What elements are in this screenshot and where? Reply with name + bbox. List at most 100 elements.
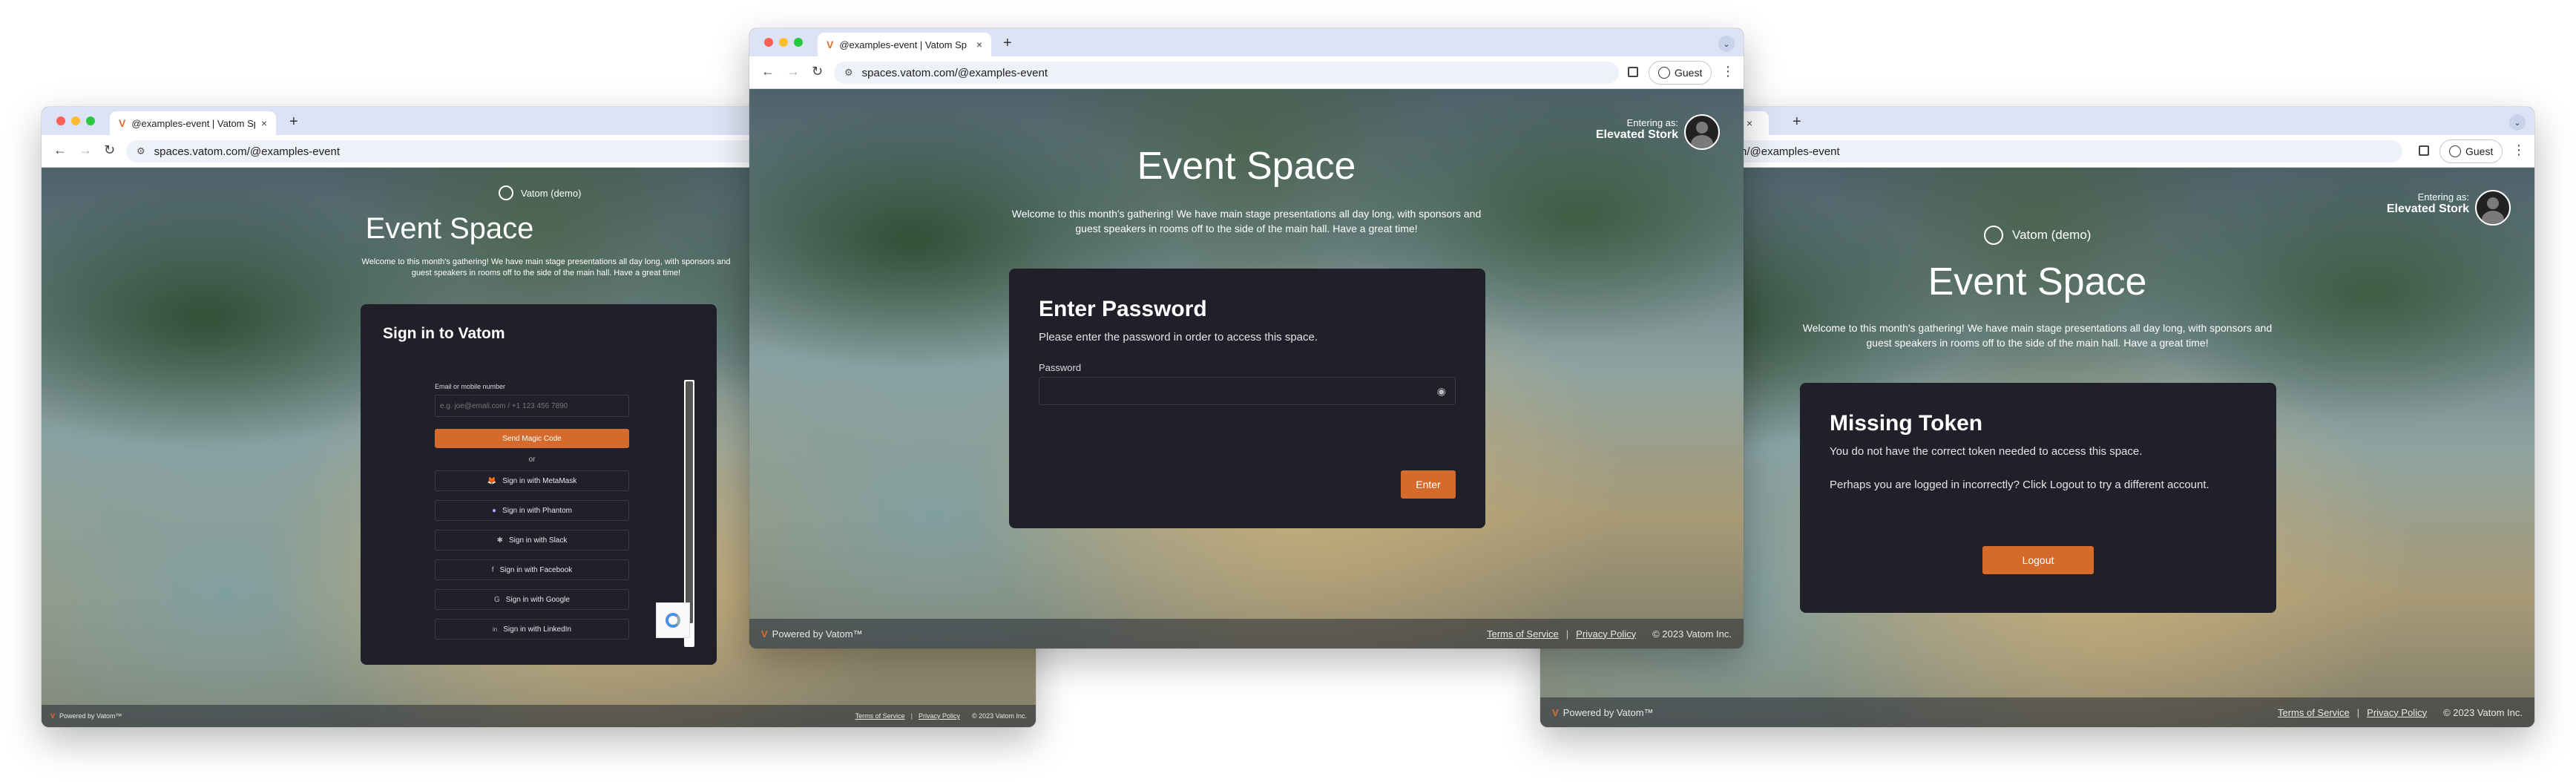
linkedin-icon: in (493, 625, 498, 633)
address-bar[interactable]: ⚙ spaces.vatom.com/@examples-event (834, 62, 1619, 84)
powered-by-text: Powered by Vatom™ (59, 712, 122, 720)
signin-slack-button[interactable]: ✱ Sign in with Slack (435, 530, 629, 551)
provider-label: Sign in with Google (505, 595, 570, 604)
terms-link[interactable]: Terms of Service (1487, 628, 1559, 640)
reload-icon[interactable]: ↻ (812, 64, 823, 79)
facebook-icon: f (491, 565, 494, 574)
footer-separator: | (1565, 628, 1569, 640)
provider-label: Sign in with Phantom (502, 506, 572, 515)
logout-button[interactable]: Logout (1982, 546, 2094, 574)
password-title: Enter Password (1039, 297, 1207, 321)
privacy-link[interactable]: Privacy Policy (919, 712, 960, 720)
send-magic-code-button[interactable]: Send Magic Code (435, 429, 629, 448)
phantom-icon: ● (492, 506, 497, 515)
privacy-link[interactable]: Privacy Policy (2367, 707, 2427, 718)
close-tab-icon[interactable]: × (1747, 117, 1752, 129)
event-title: Event Space (1137, 145, 1356, 188)
password-input[interactable]: ◉ (1039, 377, 1456, 405)
guest-profile-icon (1658, 67, 1670, 79)
back-arrow-icon[interactable]: ← (761, 64, 775, 79)
browser-menu-icon[interactable]: ⋮ (2512, 142, 2526, 158)
scrollbar-thumb[interactable] (686, 381, 693, 623)
back-arrow-icon[interactable]: ← (53, 142, 67, 158)
close-window-button[interactable] (764, 38, 773, 47)
maximize-window-button[interactable] (86, 116, 95, 125)
browser-tab[interactable]: × (1741, 111, 1769, 135)
browser-tab[interactable]: V @examples-event | Vatom Sp × (818, 33, 991, 56)
privacy-link[interactable]: Privacy Policy (1576, 628, 1636, 640)
close-tab-icon[interactable]: × (976, 39, 982, 50)
close-window-button[interactable] (56, 116, 65, 125)
password-card: Enter Password Please enter the password… (1009, 269, 1485, 528)
footer-separator: | (2356, 706, 2360, 718)
site-info-icon[interactable]: ⚙ (137, 145, 145, 157)
minimize-window-button[interactable] (779, 38, 788, 47)
tab-strip: V @examples-event | Vatom Sp × + ⌄ (749, 28, 1744, 56)
signin-metamask-button[interactable]: 🦊 Sign in with MetaMask (435, 470, 629, 491)
powered-by: V Powered by Vatom™ (1552, 707, 1654, 718)
browser-toolbar: ← → ↻ ⚙ spaces.vatom.com/@examples-event… (749, 56, 1744, 89)
entering-as: Entering as: Elevated Stork (2387, 191, 2469, 216)
org-logo-icon (499, 185, 513, 200)
page-footer: V Powered by Vatom™ Terms of Service | P… (42, 705, 1036, 727)
org-name: Vatom (demo) (521, 187, 582, 199)
recaptcha-icon (666, 613, 680, 628)
url-text: spaces.vatom.com/@examples-event (154, 145, 340, 158)
browser-menu-icon[interactable]: ⋮ (1721, 64, 1735, 79)
provider-label: Sign in with MetaMask (502, 476, 577, 485)
new-tab-button[interactable]: + (289, 114, 298, 131)
org-brand: Vatom (demo) (1984, 226, 2091, 245)
footer-links: Terms of Service | Privacy Policy © 2023… (1487, 628, 1732, 640)
forward-arrow-icon[interactable]: → (786, 64, 800, 79)
recaptcha-badge[interactable] (656, 602, 690, 638)
tab-title: @examples-event | Vatom Sp (839, 39, 967, 50)
tab-title: @examples-event | Vatom Sp (131, 117, 255, 129)
profile-guest-button[interactable]: Guest (1649, 61, 1712, 85)
window-controls (56, 116, 95, 125)
profile-guest-button[interactable]: Guest (2439, 139, 2503, 163)
site-info-icon[interactable]: ⚙ (844, 67, 853, 79)
maximize-window-button[interactable] (794, 38, 803, 47)
signin-google-button[interactable]: G Sign in with Google (435, 589, 629, 610)
show-password-eye-icon[interactable]: ◉ (1437, 385, 1446, 398)
guest-profile-icon (2449, 145, 2461, 157)
terms-link[interactable]: Terms of Service (855, 712, 905, 720)
reload-icon[interactable]: ↻ (104, 142, 115, 158)
signin-phantom-button[interactable]: ● Sign in with Phantom (435, 500, 629, 521)
guest-label: Guest (1675, 67, 1703, 79)
vatom-favicon-icon: V (119, 117, 126, 129)
entering-label: Entering as: (2417, 191, 2469, 203)
google-icon: G (494, 595, 500, 604)
vatom-logo-icon: V (50, 712, 56, 720)
missing-token-card: Missing Token You do not have the correc… (1800, 383, 2276, 613)
tab-search-icon[interactable]: ⌄ (2509, 114, 2526, 131)
user-avatar[interactable] (2475, 190, 2511, 226)
password-subtitle: Please enter the password in order to ac… (1039, 331, 1318, 344)
browser-tab[interactable]: V @examples-event | Vatom Sp × (110, 111, 276, 135)
footer-separator: | (910, 712, 913, 720)
vatom-logo-icon: V (761, 628, 768, 640)
copyright: © 2023 Vatom Inc. (2443, 706, 2523, 718)
minimize-window-button[interactable] (71, 116, 80, 125)
new-tab-button[interactable]: + (1793, 114, 1801, 131)
enter-button[interactable]: Enter (1401, 470, 1456, 499)
new-tab-button[interactable]: + (1003, 35, 1012, 52)
provider-label: Sign in with LinkedIn (503, 625, 571, 634)
browser-window-center: V @examples-event | Vatom Sp × + ⌄ ← → ↻… (749, 28, 1744, 648)
email-input[interactable] (435, 395, 629, 417)
terms-link[interactable]: Terms of Service (2278, 707, 2350, 718)
vatom-favicon-icon: V (827, 39, 834, 50)
missing-token-hint: Perhaps you are logged in incorrectly? C… (1830, 479, 2209, 491)
close-tab-icon[interactable]: × (261, 117, 267, 129)
footer-links: Terms of Service | Privacy Policy © 2023… (2278, 707, 2523, 718)
signin-linkedin-button[interactable]: in Sign in with LinkedIn (435, 619, 629, 640)
signin-facebook-button[interactable]: f Sign in with Facebook (435, 559, 629, 580)
tab-search-icon[interactable]: ⌄ (1718, 36, 1735, 52)
or-divider: or (528, 456, 536, 464)
side-panel-icon[interactable] (2419, 145, 2429, 156)
page-content: Entering as: Elevated Stork Event Space … (749, 89, 1744, 648)
side-panel-icon[interactable] (1628, 67, 1638, 77)
event-description: Welcome to this month's gathering! We ha… (361, 257, 731, 277)
window-controls (764, 38, 803, 47)
forward-arrow-icon[interactable]: → (79, 142, 92, 158)
